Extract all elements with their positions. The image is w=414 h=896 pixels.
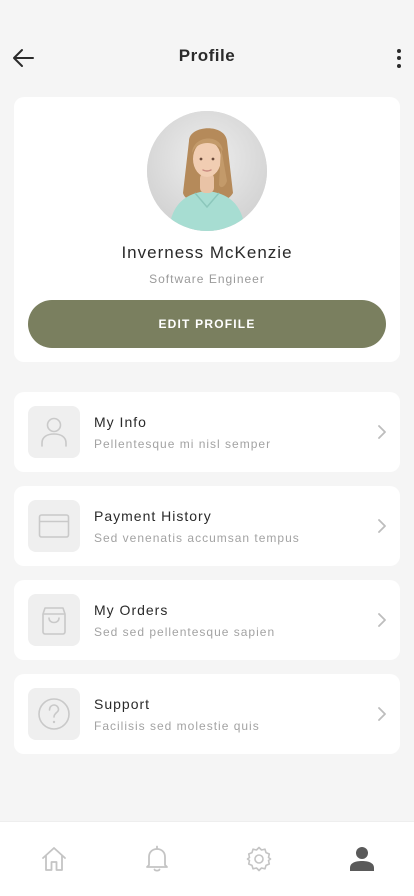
menu-item-title: Support — [94, 696, 151, 712]
more-vertical-icon-dot — [397, 63, 401, 68]
menu-item-title: My Orders — [94, 602, 169, 618]
more-vertical-icon — [397, 48, 401, 53]
nav-profile[interactable] — [347, 844, 377, 874]
user-icon — [41, 417, 67, 447]
menu-item-subtitle: Sed sed pellentesque sapien — [94, 625, 276, 639]
more-options-button[interactable] — [392, 44, 406, 72]
page-title: Profile — [178, 46, 236, 65]
user-name: Inverness McKenzie — [121, 243, 293, 262]
chevron-right-icon — [378, 613, 386, 627]
bottom-navigation — [0, 821, 414, 896]
bell-icon — [146, 845, 168, 872]
user-icon — [350, 847, 374, 871]
more-vertical-icon-dot — [397, 56, 401, 60]
menu-icon-box — [28, 500, 80, 552]
chevron-right-icon — [378, 425, 386, 439]
nav-settings[interactable] — [244, 844, 274, 874]
menu-item-payment-history[interactable]: Payment History Sed venenatis accumsan t… — [14, 486, 400, 566]
settings-icon — [246, 846, 272, 872]
profile-screen: Profile Inverness McKenzie Software Engi… — [0, 0, 414, 896]
home-icon — [42, 847, 66, 871]
menu-item-subtitle: Sed venenatis accumsan tempus — [94, 531, 300, 545]
nav-home[interactable] — [39, 844, 69, 874]
menu-item-subtitle: Facilisis sed molestie quis — [94, 719, 260, 733]
help-circle-icon — [38, 698, 70, 730]
menu-item-my-orders[interactable]: My Orders Sed sed pellentesque sapien — [14, 580, 400, 660]
shopping-bag-icon — [42, 607, 66, 635]
menu-icon-box — [28, 406, 80, 458]
nav-notifications[interactable] — [142, 844, 172, 874]
user-role: Software Engineer — [149, 272, 265, 286]
menu-item-subtitle: Pellentesque mi nisl semper — [94, 437, 272, 451]
menu-item-support[interactable]: Support Facilisis sed molestie quis — [14, 674, 400, 754]
app-header: Profile — [0, 0, 414, 100]
chevron-right-icon — [378, 707, 386, 721]
profile-card: Inverness McKenzie Software Engineer EDI… — [14, 97, 400, 362]
credit-card-icon — [38, 514, 70, 538]
avatar — [147, 111, 267, 231]
chevron-right-icon — [378, 519, 386, 533]
menu-item-title: My Info — [94, 414, 147, 430]
menu-item-title: Payment History — [94, 508, 212, 524]
profile-photo — [147, 111, 267, 231]
edit-profile-button[interactable]: EDIT PROFILE — [28, 300, 386, 348]
menu-icon-box — [28, 688, 80, 740]
menu-item-my-info[interactable]: My Info Pellentesque mi nisl semper — [14, 392, 400, 472]
menu-icon-box — [28, 594, 80, 646]
